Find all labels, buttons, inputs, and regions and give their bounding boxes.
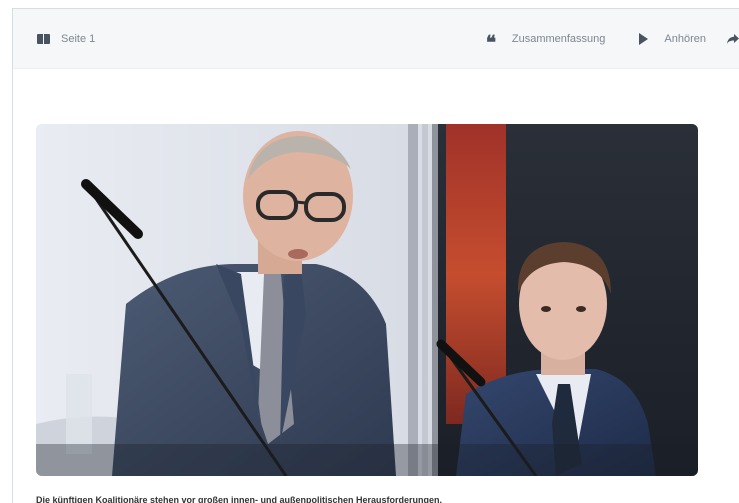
play-icon [639,32,649,45]
listen-button[interactable]: Anhören [639,32,706,45]
summary-button[interactable]: ❝ Zusammenfassung [485,31,606,54]
page-indicator-button[interactable]: Seite 1 [37,33,95,45]
listen-label: Anhören [664,32,706,45]
photo-caption: Die künftigen Koalitionäre stehen vor gr… [36,495,443,503]
reader-toolbar: Seite 1 ❝ Zusammenfassung Anhören [13,9,739,69]
reader-window: Seite 1 ❝ Zusammenfassung Anhören Die kü… [12,8,739,503]
share-arrow-icon[interactable] [726,33,739,45]
book-icon [37,33,51,45]
article-photo [36,124,698,476]
article-content: Die künftigen Koalitionäre stehen vor gr… [13,70,739,503]
page-label: Seite 1 [61,32,96,45]
summary-label: Zusammenfassung [511,32,606,45]
quote-icon: ❝ [485,31,496,54]
